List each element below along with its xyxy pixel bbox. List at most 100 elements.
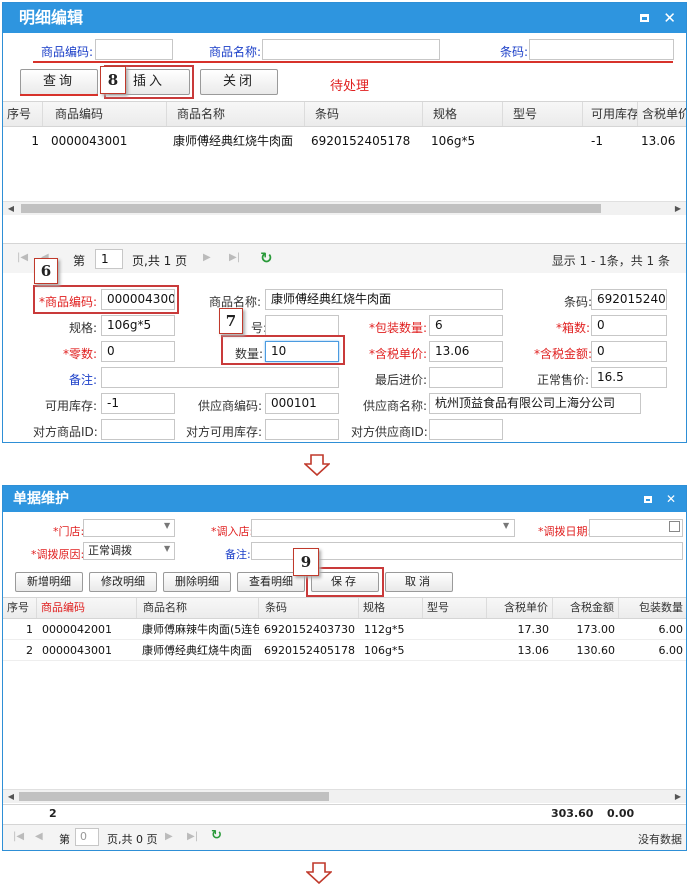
form-barcode-input[interactable]: 6920152405178	[591, 289, 667, 310]
scroll-left-icon[interactable]: ◀	[5, 202, 17, 216]
form-stock-input[interactable]: -1	[101, 393, 175, 414]
scroll-right-icon[interactable]: ▶	[672, 790, 684, 804]
chevron-down-icon[interactable]: ▼	[503, 521, 509, 530]
reason-label: *调拨原因:	[31, 548, 85, 561]
form-last-price-input[interactable]	[429, 367, 503, 388]
cell-name: 康师傅经典红烧牛肉面	[142, 644, 252, 657]
grid-pager: |◀ ◀ 第 0 页,共 0 页 ▶ ▶| ↻ 没有数据	[3, 824, 686, 850]
reason-select[interactable]: 正常调拨	[83, 542, 175, 560]
scroll-right-icon[interactable]: ▶	[672, 202, 684, 216]
cell-seq: 1	[26, 623, 33, 636]
search-code-label: 商品编码:	[41, 45, 94, 59]
document-grid-header: 序号 商品编码 商品名称 条码 规格 型号 含税单价 含税金额 包装数量	[3, 597, 686, 619]
form-loose-input[interactable]: 0	[101, 341, 175, 362]
first-page-icon[interactable]: |◀	[13, 831, 24, 842]
col-header[interactable]: 商品编码	[37, 598, 137, 618]
close-icon[interactable]: ✕	[663, 10, 676, 26]
search-name-input[interactable]	[262, 39, 440, 60]
col-header[interactable]: 含税单价	[487, 598, 553, 618]
query-button[interactable]: 查询	[20, 69, 98, 95]
form-spec-input[interactable]: 106g*5	[101, 315, 175, 336]
col-header[interactable]: 型号	[503, 102, 583, 126]
grid-hscrollbar[interactable]: ◀ ▶	[3, 201, 686, 216]
form-model-input[interactable]	[265, 315, 339, 336]
form-name-input[interactable]: 康师傅经典红烧牛肉面	[265, 289, 503, 310]
col-header[interactable]: 序号	[3, 598, 37, 618]
col-header[interactable]: 规格	[359, 598, 423, 618]
search-barcode-label: 条码:	[500, 45, 529, 59]
minimize-icon[interactable]	[643, 495, 652, 503]
form-tax-amount-label: *含税金额:	[534, 347, 593, 361]
form-peer-supplier-input[interactable]	[429, 419, 503, 440]
cell-model	[425, 620, 487, 640]
refresh-icon[interactable]: ↻	[260, 249, 273, 267]
page-number-input[interactable]: 0	[75, 828, 99, 846]
col-header[interactable]: 商品名称	[167, 102, 305, 126]
window-title: 明细编辑	[19, 8, 84, 27]
form-box-input[interactable]: 0	[591, 315, 667, 336]
edit-detail-button[interactable]: 修改明细	[89, 572, 157, 592]
form-supplier-code-input[interactable]: 000101	[265, 393, 339, 414]
calendar-icon[interactable]	[669, 521, 680, 532]
form-supplier-name-input[interactable]: 杭州顶益食品有限公司上海分公司	[429, 393, 641, 414]
form-peer-supplier-label: 对方供应商ID:	[351, 425, 428, 439]
table-row[interactable]: 1 0000042001 康师傅麻辣牛肉面(5连包) 6920152403730…	[3, 620, 686, 640]
cancel-button[interactable]: 取消	[385, 572, 453, 592]
delete-detail-button[interactable]: 删除明细	[163, 572, 231, 592]
cell-barcode: 6920152405178	[311, 134, 411, 148]
last-page-icon[interactable]: ▶|	[187, 831, 198, 842]
grid-hscrollbar[interactable]: ◀ ▶	[3, 789, 686, 804]
form-barcode-label: 条码:	[564, 295, 593, 309]
chevron-down-icon[interactable]: ▼	[164, 544, 170, 553]
cell-amount: 173.00	[576, 623, 616, 636]
col-header[interactable]: 商品编码	[43, 102, 167, 126]
form-peer-id-input[interactable]	[101, 419, 175, 440]
form-retail-input[interactable]: 16.5	[591, 367, 667, 388]
col-header[interactable]: 型号	[423, 598, 487, 618]
cell-seq: 2	[26, 644, 33, 657]
form-pack-qty-input[interactable]: 6	[429, 315, 503, 336]
next-page-icon[interactable]: ▶	[203, 252, 211, 263]
table-row[interactable]: 1 0000043001 康师傅经典红烧牛肉面 6920152405178 10…	[3, 128, 686, 154]
form-remark-input[interactable]	[101, 367, 339, 388]
col-header[interactable]: 可用库存	[583, 102, 638, 126]
minimize-icon[interactable]	[640, 14, 650, 22]
form-tax-price-input[interactable]: 13.06	[429, 341, 503, 362]
form-tax-amount-input[interactable]: 0	[591, 341, 667, 362]
in-store-select[interactable]	[251, 519, 515, 537]
col-header[interactable]: 序号	[3, 102, 43, 126]
search-barcode-input[interactable]	[529, 39, 674, 60]
table-row[interactable]: 2 0000043001 康师傅经典红烧牛肉面 6920152405178 10…	[3, 641, 686, 661]
store-select[interactable]	[83, 519, 175, 537]
col-header[interactable]: 条码	[305, 102, 423, 126]
close-button[interactable]: 关闭	[200, 69, 278, 95]
prev-page-icon[interactable]: ◀	[35, 831, 43, 842]
col-header[interactable]: 规格	[423, 102, 503, 126]
col-header[interactable]: 含税单价	[638, 102, 686, 126]
document-maintain-window: 单据维护 ✕ *门店: ▼ *调入店: ▼ *调拨日期: *调拨原因: 正常调拨…	[2, 485, 687, 851]
cell-stock: -1	[591, 134, 603, 148]
first-page-icon[interactable]: |◀	[17, 252, 28, 263]
chevron-down-icon[interactable]: ▼	[164, 521, 170, 530]
col-header[interactable]: 含税金额	[553, 598, 619, 618]
add-detail-button[interactable]: 新增明细	[15, 572, 83, 592]
col-header[interactable]: 商品名称	[137, 598, 259, 618]
remark-label: 备注:	[225, 548, 251, 561]
scroll-left-icon[interactable]: ◀	[5, 790, 17, 804]
page-number-input[interactable]: 1	[95, 249, 123, 269]
col-header[interactable]: 条码	[259, 598, 359, 618]
col-header[interactable]: 包装数量	[619, 598, 686, 618]
scroll-thumb[interactable]	[21, 204, 601, 213]
form-retail-label: 正常售价:	[537, 373, 590, 387]
refresh-icon[interactable]: ↻	[211, 828, 222, 843]
form-peer-stock-input[interactable]	[265, 419, 339, 440]
page-prefix: 第	[73, 254, 86, 268]
next-page-icon[interactable]: ▶	[165, 831, 173, 842]
cell-barcode: 6920152403730	[264, 623, 355, 636]
page-suffix: 页,共 1 页	[132, 254, 188, 268]
close-icon[interactable]: ✕	[666, 493, 676, 505]
scroll-thumb[interactable]	[19, 792, 329, 801]
search-code-input[interactable]	[95, 39, 173, 60]
cell-code: 0000042001	[42, 623, 112, 636]
last-page-icon[interactable]: ▶|	[229, 252, 240, 263]
